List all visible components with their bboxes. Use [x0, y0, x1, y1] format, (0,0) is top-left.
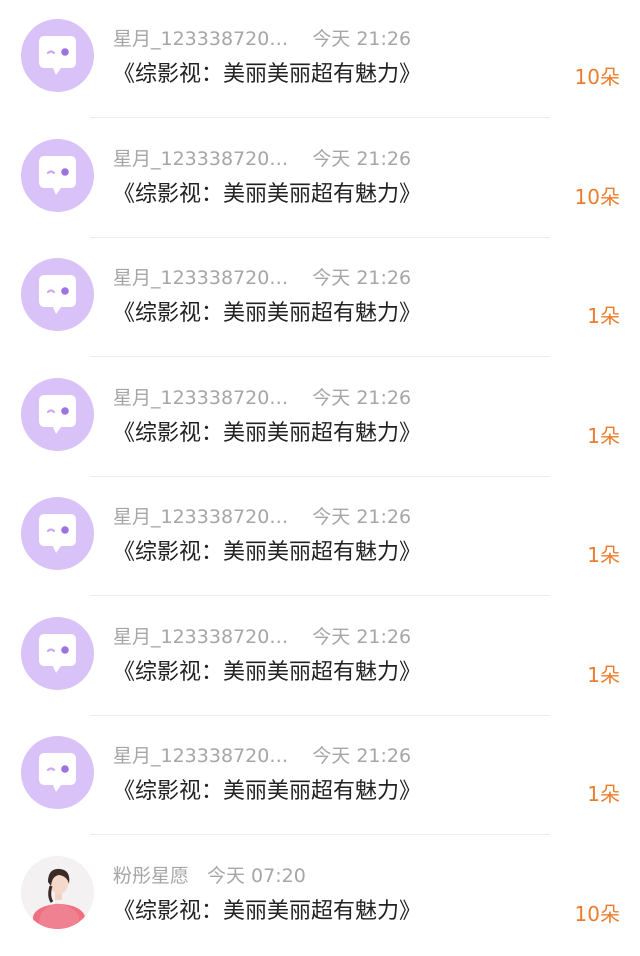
chat-bubble-icon: [39, 36, 76, 75]
message-meta: 星月_123338720… 今天 21:26: [113, 383, 411, 413]
divider: [90, 476, 550, 477]
avatar[interactable]: [21, 258, 94, 331]
avatar[interactable]: [21, 497, 94, 570]
message-time: 今天 21:26: [312, 506, 412, 528]
message-time: 今天 07:20: [207, 865, 306, 887]
sender-name: 星月_123338720…: [113, 506, 289, 528]
list-item[interactable]: 星月_123338720… 今天 21:26 《综影视：美丽美丽超有魅力》 1朵: [0, 717, 640, 836]
gift-amount: 1朵: [587, 424, 620, 448]
book-title: 《综影视：美丽美丽超有魅力》: [113, 62, 422, 87]
message-time: 今天 21:26: [312, 267, 412, 289]
list-item[interactable]: 星月_123338720… 今天 21:26 《综影视：美丽美丽超有魅力》 1朵: [0, 239, 640, 358]
book-title: 《综影视：美丽美丽超有魅力》: [113, 182, 422, 207]
avatar[interactable]: [21, 19, 94, 92]
gift-amount: 10朵: [574, 185, 620, 209]
sender-name: 星月_123338720…: [113, 745, 289, 767]
chat-bubble-icon: [39, 156, 76, 195]
list-item[interactable]: 星月_123338720… 今天 21:26 《综影视：美丽美丽超有魅力》 1朵: [0, 478, 640, 597]
divider: [90, 237, 550, 238]
divider: [90, 715, 550, 716]
sender-name: 粉彤星愿: [113, 865, 190, 887]
list-item[interactable]: 星月_123338720… 今天 21:26 《综影视：美丽美丽超有魅力》 10朵: [0, 120, 640, 239]
gift-amount: 10朵: [574, 65, 620, 89]
sender-name: 星月_123338720…: [113, 148, 289, 170]
message-time: 今天 21:26: [312, 148, 412, 170]
avatar[interactable]: [21, 856, 94, 929]
message-time: 今天 21:26: [312, 626, 412, 648]
message-meta: 星月_123338720… 今天 21:26: [113, 741, 411, 771]
sender-name: 星月_123338720…: [113, 28, 289, 50]
message-meta: 星月_123338720… 今天 21:26: [113, 144, 411, 174]
list-item[interactable]: 星月_123338720… 今天 21:26 《综影视：美丽美丽超有魅力》 1朵: [0, 359, 640, 478]
divider: [90, 117, 550, 118]
gift-amount: 1朵: [587, 543, 620, 567]
sender-name: 星月_123338720…: [113, 267, 289, 289]
chat-bubble-icon: [39, 753, 76, 792]
list-item[interactable]: 粉彤星愿 今天 07:20 《综影视：美丽美丽超有魅力》 10朵: [0, 837, 640, 956]
sender-name: 星月_123338720…: [113, 387, 289, 409]
gift-amount: 1朵: [587, 663, 620, 687]
divider: [90, 356, 550, 357]
book-title: 《综影视：美丽美丽超有魅力》: [113, 540, 422, 565]
book-title: 《综影视：美丽美丽超有魅力》: [113, 660, 422, 685]
message-time: 今天 21:26: [312, 28, 412, 50]
avatar[interactable]: [21, 736, 94, 809]
gift-amount: 1朵: [587, 304, 620, 328]
message-meta: 粉彤星愿 今天 07:20: [113, 861, 306, 891]
chat-bubble-icon: [39, 395, 76, 434]
message-meta: 星月_123338720… 今天 21:26: [113, 263, 411, 293]
avatar[interactable]: [21, 617, 94, 690]
avatar[interactable]: [21, 139, 94, 212]
user-photo-icon: [21, 856, 94, 929]
divider: [90, 595, 550, 596]
divider: [90, 834, 550, 835]
chat-bubble-icon: [39, 514, 76, 553]
book-title: 《综影视：美丽美丽超有魅力》: [113, 899, 422, 924]
gift-amount: 1朵: [587, 782, 620, 806]
book-title: 《综影视：美丽美丽超有魅力》: [113, 779, 422, 804]
message-meta: 星月_123338720… 今天 21:26: [113, 24, 411, 54]
book-title: 《综影视：美丽美丽超有魅力》: [113, 301, 422, 326]
avatar[interactable]: [21, 378, 94, 451]
message-meta: 星月_123338720… 今天 21:26: [113, 622, 411, 652]
list-item[interactable]: 星月_123338720… 今天 21:26 《综影视：美丽美丽超有魅力》 1朵: [0, 598, 640, 717]
book-title: 《综影视：美丽美丽超有魅力》: [113, 421, 422, 446]
message-time: 今天 21:26: [312, 387, 412, 409]
message-meta: 星月_123338720… 今天 21:26: [113, 502, 411, 532]
gift-amount: 10朵: [574, 902, 620, 926]
chat-bubble-icon: [39, 275, 76, 314]
message-time: 今天 21:26: [312, 745, 412, 767]
chat-bubble-icon: [39, 634, 76, 673]
list-item[interactable]: 星月_123338720… 今天 21:26 《综影视：美丽美丽超有魅力》 10朵: [0, 0, 640, 119]
gift-record-list: 星月_123338720… 今天 21:26 《综影视：美丽美丽超有魅力》 10朵…: [0, 0, 640, 956]
sender-name: 星月_123338720…: [113, 626, 289, 648]
